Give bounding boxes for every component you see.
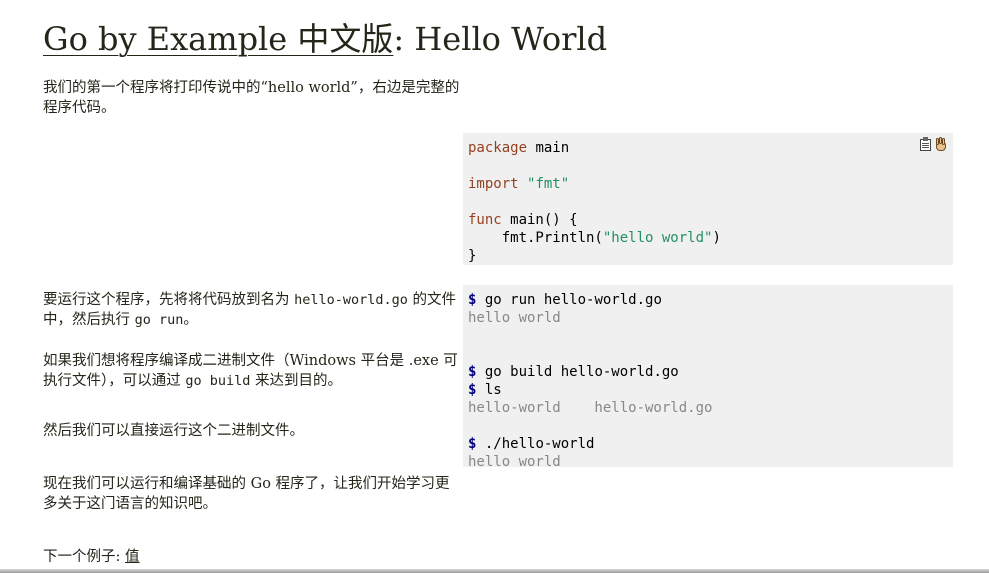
run-binary-text: 然后我们可以直接运行这个二进制文件。 bbox=[43, 423, 304, 439]
closing-text: 现在我们可以运行和编译基础的 Go 程序了，让我们开始学习更多关于这门语言的知识… bbox=[43, 476, 450, 512]
hand-icon[interactable] bbox=[935, 137, 947, 152]
shell-line: $ go run hello-world.go bbox=[468, 292, 662, 308]
code-line: package main bbox=[468, 140, 570, 156]
title-separator: : bbox=[393, 20, 405, 58]
intro-text: 我们的第一个程序将打印传说中的“hello world”，右边是完整的程序代码。 bbox=[43, 80, 460, 116]
page-title: Go by Example 中文版: Hello World bbox=[43, 20, 607, 58]
window-bottom-edge bbox=[0, 569, 989, 573]
next-example: 下一个例子: 值 bbox=[43, 549, 140, 565]
shell-line: $ ./hello-world bbox=[468, 436, 595, 452]
clipboard-icon[interactable] bbox=[920, 137, 931, 151]
code-line: fmt.Println("hello world") bbox=[468, 230, 721, 246]
build-instructions: 如果我们想将程序编译成二进制文件（Windows 平台是 .exe 可执行文件）… bbox=[43, 353, 458, 389]
next-example-link[interactable]: 值 bbox=[125, 549, 140, 565]
shell-line: $ ls bbox=[468, 382, 502, 398]
code-line: func main() { bbox=[468, 212, 578, 228]
shell-output: hello world bbox=[468, 310, 561, 326]
example-name: Hello World bbox=[414, 20, 608, 58]
shell-output: hello world bbox=[468, 454, 561, 470]
shell-session-block: $ go run hello-world.go hello world $ go… bbox=[463, 285, 953, 470]
code-line: } bbox=[468, 248, 477, 264]
code-line: import "fmt" bbox=[468, 176, 570, 192]
shell-line: $ go build hello-world.go bbox=[468, 364, 679, 380]
site-home-link[interactable]: Go by Example 中文版 bbox=[43, 20, 393, 58]
shell-output: hello-world hello-world.go bbox=[468, 400, 713, 416]
source-code-block: package main import "fmt" func main() { … bbox=[463, 133, 953, 265]
run-instructions: 要运行这个程序，先将将代码放到名为 hello-world.go 的文件中，然后… bbox=[43, 292, 457, 328]
code-tools bbox=[920, 137, 947, 152]
